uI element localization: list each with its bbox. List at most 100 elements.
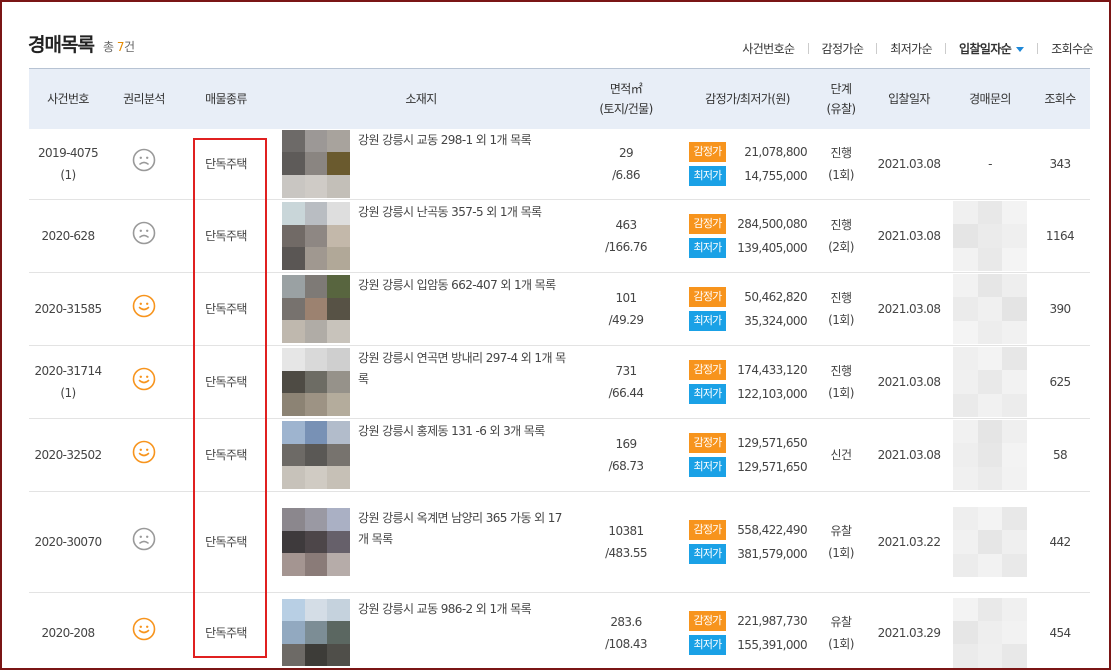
col-rights: 권리분석 — [123, 91, 165, 106]
inquiry[interactable] — [950, 200, 1030, 273]
rights-analysis[interactable] — [107, 129, 181, 200]
sad-face-icon — [132, 221, 156, 245]
sort-case-number[interactable]: 사건번호순 — [742, 40, 795, 57]
inquiry[interactable]: - — [950, 129, 1030, 200]
bid-date: 2021.03.29 — [877, 625, 941, 640]
views: 390 — [1049, 302, 1071, 316]
case-number[interactable]: 2020-628 — [29, 200, 107, 273]
rights-analysis[interactable] — [107, 492, 181, 593]
location[interactable]: 강원 강릉시 입암동 662-407 외 1개 목록 — [271, 273, 571, 346]
table-row[interactable]: 2020-31714 (1) 단독주택 강원 강릉시 연곡면 방내리 297-4 외 … — [29, 346, 1090, 419]
minimum-badge: 최저가 — [689, 165, 726, 186]
smile-face-icon — [132, 294, 156, 318]
location[interactable]: 강원 강릉시 난곡동 357-5 외 1개 목록 — [271, 200, 571, 273]
smile-face-icon — [132, 440, 156, 464]
inquiry[interactable] — [950, 273, 1030, 346]
land-area: 29 — [618, 145, 634, 160]
bid-date: 2021.03.08 — [877, 229, 941, 243]
stage-text: 진행 — [830, 218, 852, 232]
location[interactable]: 강원 강릉시 옥계면 남양리 365 가동 외 17개 목록 — [271, 492, 571, 593]
property-type: 단독주택 — [205, 229, 247, 243]
minimum-price: 381,579,000 — [737, 547, 807, 561]
minimum-price: 129,571,650 — [737, 460, 807, 474]
address-link[interactable]: 강원 강릉시 홍제동 131 -6 외 3개 목록 — [358, 421, 568, 442]
col-inquiry: 경매문의 — [969, 91, 1011, 106]
count-prefix: 총 — [103, 40, 114, 54]
rights-analysis[interactable] — [107, 273, 181, 346]
inquiry-image[interactable] — [953, 274, 1027, 344]
inquiry-image[interactable] — [953, 597, 1027, 668]
case-number-text: 2020-628 — [41, 229, 96, 243]
case-number[interactable]: 2020-208 — [29, 593, 107, 669]
inquiry-image[interactable] — [953, 201, 1027, 271]
case-number[interactable]: 2019-4075 (1) — [29, 129, 107, 200]
land-area: 463 — [615, 218, 637, 232]
property-thumbnail[interactable] — [282, 275, 350, 343]
table-row[interactable]: 2020-208 단독주택 강원 강릉시 교동 986-2 외 1개 목록 283.6… — [29, 593, 1090, 669]
property-thumbnail[interactable] — [282, 421, 350, 489]
property-thumbnail[interactable] — [282, 202, 350, 270]
address-link[interactable]: 강원 강릉시 옥계면 남양리 365 가동 외 17개 목록 — [358, 508, 568, 550]
inquiry-image[interactable] — [953, 420, 1027, 490]
sad-face-icon — [132, 527, 156, 551]
rights-analysis[interactable] — [107, 593, 181, 669]
inquiry-image[interactable] — [953, 507, 1027, 577]
address-link[interactable]: 강원 강릉시 교동 986-2 외 1개 목록 — [358, 599, 568, 620]
appraise-price: 21,078,800 — [744, 144, 807, 159]
minimum-badge: 최저가 — [689, 311, 726, 331]
location[interactable]: 강원 강릉시 교동 986-2 외 1개 목록 — [271, 593, 571, 669]
rights-analysis[interactable] — [107, 200, 181, 273]
property-thumbnail[interactable] — [282, 348, 350, 416]
case-number[interactable]: 2020-31714 (1) — [29, 346, 107, 419]
inquiry[interactable] — [950, 346, 1030, 419]
minimum-badge: 최저가 — [689, 544, 726, 564]
stage: 진행 (1회) — [814, 346, 868, 419]
minimum-badge: 최저가 — [689, 457, 726, 477]
col-views: 조회수 — [1044, 91, 1076, 106]
appraise-badge: 감정가 — [689, 141, 726, 162]
table-row[interactable]: 2020-31585 단독주택 강원 강릉시 입암동 662-407 외 1개 목록… — [29, 273, 1090, 346]
sort-minimum[interactable]: 최저가순 — [890, 40, 932, 57]
rights-analysis[interactable] — [107, 346, 181, 419]
address-link[interactable]: 강원 강릉시 교동 298-1 외 1개 목록 — [358, 130, 568, 151]
case-number[interactable]: 2020-31585 — [29, 273, 107, 346]
appraise-badge: 감정가 — [689, 433, 726, 453]
col-stage: 단계 (유찰) — [814, 69, 868, 129]
stage-text: 진행 — [830, 291, 852, 305]
address-link[interactable]: 강원 강릉시 연곡면 방내리 297-4 외 1개 목록 — [358, 348, 568, 390]
table-row[interactable]: 2019-4075 (1) 단독주택 강원 강릉시 교동 298-1 외 1개 목록 2… — [29, 129, 1090, 200]
inquiry[interactable] — [950, 593, 1030, 669]
property-type: 단독주택 — [205, 535, 247, 549]
property-thumbnail[interactable] — [282, 598, 350, 667]
inquiry-image[interactable] — [953, 347, 1027, 417]
address-link[interactable]: 강원 강릉시 난곡동 357-5 외 1개 목록 — [358, 202, 568, 223]
stage-text: 진행 — [830, 364, 852, 378]
views: 454 — [1049, 625, 1071, 640]
minimum-price: 14,755,000 — [744, 168, 807, 183]
col-area-bottom: (토지/건물) — [599, 101, 653, 116]
table-row[interactable]: 2020-30070 단독주택 강원 강릉시 옥계면 남양리 365 가동 외 17… — [29, 492, 1090, 593]
case-number[interactable]: 2020-32502 — [29, 419, 107, 492]
sort-bid-date[interactable]: 입찰일자순 — [959, 40, 1025, 57]
location[interactable]: 강원 강릉시 교동 298-1 외 1개 목록 — [271, 129, 571, 200]
case-number-text: 2020-31714 — [34, 364, 102, 378]
stage: 유찰 (1회) — [814, 492, 868, 593]
table-row[interactable]: 2020-628 단독주택 강원 강릉시 난곡동 357-5 외 1개 목록 463/… — [29, 200, 1090, 273]
address-link[interactable]: 강원 강릉시 입암동 662-407 외 1개 목록 — [358, 275, 568, 296]
property-thumbnail[interactable] — [282, 129, 350, 198]
rights-analysis[interactable] — [107, 419, 181, 492]
views: 58 — [1052, 448, 1068, 462]
location[interactable]: 강원 강릉시 연곡면 방내리 297-4 외 1개 목록 — [271, 346, 571, 419]
sort-views[interactable]: 조회수순 — [1051, 40, 1093, 57]
location[interactable]: 강원 강릉시 홍제동 131 -6 외 3개 목록 — [271, 419, 571, 492]
property-thumbnail[interactable] — [282, 508, 350, 576]
fail-count: (1회) — [828, 386, 854, 400]
inquiry[interactable] — [950, 419, 1030, 492]
case-number[interactable]: 2020-30070 — [29, 492, 107, 593]
price: 감정가 284,500,080 최저가 139,405,000 — [681, 200, 814, 273]
table-row[interactable]: 2020-32502 단독주택 강원 강릉시 홍제동 131 -6 외 3개 목록 1… — [29, 419, 1090, 492]
inquiry[interactable] — [950, 492, 1030, 593]
divider — [876, 43, 878, 54]
sort-appraisal[interactable]: 감정가순 — [822, 40, 864, 57]
property-type: 단독주택 — [205, 625, 247, 640]
